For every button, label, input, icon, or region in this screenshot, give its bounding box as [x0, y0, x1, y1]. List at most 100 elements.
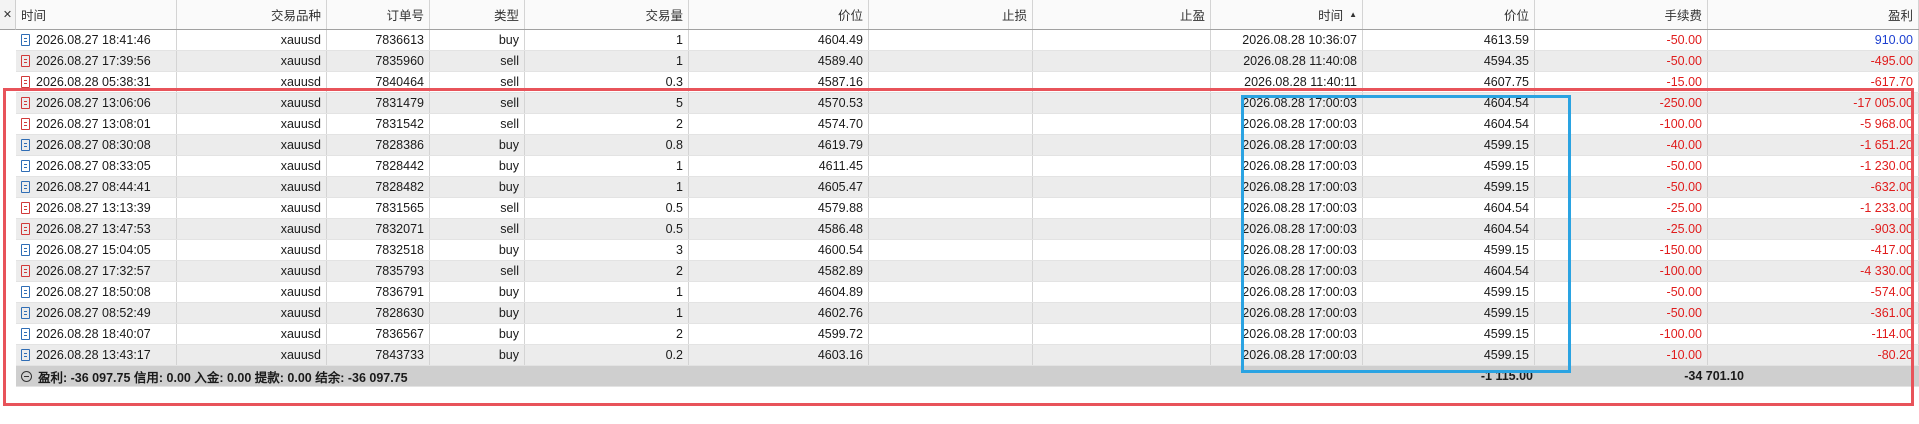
order-doc-blue-icon [21, 286, 30, 298]
table-row[interactable]: 2026.08.28 18:40:07 xauusd 7836567 buy 2 4599… [16, 324, 1919, 345]
cell-fee: -150.00 [1535, 240, 1708, 260]
cell-stop-loss [869, 261, 1033, 281]
cell-profit: 910.00 [1708, 30, 1919, 50]
table-row[interactable]: 2026.08.27 13:08:01 xauusd 7831542 sell 2 457… [16, 114, 1919, 135]
column-header-close-time[interactable]: 时间 ▲ [1211, 0, 1363, 29]
cell-close-price: 4599.15 [1363, 135, 1535, 155]
table-row[interactable]: 2026.08.27 18:50:08 xauusd 7836791 buy 1 4604… [16, 282, 1919, 303]
cell-open-price: 4570.53 [689, 93, 869, 113]
cell-profit: -903.00 [1708, 219, 1919, 239]
cell-stop-loss [869, 219, 1033, 239]
order-doc-red-icon [21, 97, 30, 109]
cell-profit: -5 968.00 [1708, 114, 1919, 134]
column-header-open-price[interactable]: 价位 [689, 0, 869, 29]
cell-close-time: 2026.08.28 17:00:03 [1211, 240, 1363, 260]
table-row[interactable]: 2026.08.28 13:43:17 xauusd 7843733 buy 0.2 46… [16, 345, 1919, 366]
cell-close-time: 2026.08.28 17:00:03 [1211, 135, 1363, 155]
cell-order-number: 7832518 [327, 240, 430, 260]
cell-type: sell [430, 51, 525, 71]
cell-close-time: 2026.08.28 17:00:03 [1211, 114, 1363, 134]
order-doc-blue-icon [21, 139, 30, 151]
cell-order-number: 7836791 [327, 282, 430, 302]
cell-type: buy [430, 30, 525, 50]
cell-fee: -100.00 [1535, 324, 1708, 344]
cell-volume: 0.5 [525, 198, 689, 218]
cell-volume: 2 [525, 324, 689, 344]
cell-take-profit [1033, 93, 1211, 113]
cell-symbol: xauusd [177, 198, 327, 218]
cell-take-profit [1033, 219, 1211, 239]
cell-symbol: xauusd [177, 219, 327, 239]
table-row[interactable]: 2026.08.27 08:33:05 xauusd 7828442 buy 1 4611… [16, 156, 1919, 177]
cell-order-number: 7836567 [327, 324, 430, 344]
cell-close-price: 4599.15 [1363, 156, 1535, 176]
cell-close-time: 2026.08.28 10:36:07 [1211, 30, 1363, 50]
table-row[interactable]: 2026.08.27 13:13:39 xauusd 7831565 sell 0.5 4… [16, 198, 1919, 219]
cell-fee: -10.00 [1535, 345, 1708, 365]
cell-open-price: 4604.49 [689, 30, 869, 50]
cell-close-price: 4604.54 [1363, 219, 1535, 239]
cell-type: buy [430, 345, 525, 365]
cell-close-time: 2026.08.28 17:00:03 [1211, 345, 1363, 365]
cell-order-number: 7835960 [327, 51, 430, 71]
cell-stop-loss [869, 72, 1033, 92]
cell-volume: 0.8 [525, 135, 689, 155]
table-row[interactable]: 2026.08.27 08:44:41 xauusd 7828482 buy 1 4605… [16, 177, 1919, 198]
table-row[interactable]: 2026.08.27 15:04:05 xauusd 7832518 buy 3 4600… [16, 240, 1919, 261]
cell-type: buy [430, 156, 525, 176]
open-time-text: 2026.08.27 13:47:53 [36, 222, 151, 236]
cell-type: sell [430, 114, 525, 134]
cell-profit: -4 330.00 [1708, 261, 1919, 281]
table-row[interactable]: 2026.08.27 08:52:49 xauusd 7828630 buy 1 4602… [16, 303, 1919, 324]
column-header-volume[interactable]: 交易量 [525, 0, 689, 29]
cell-stop-loss [869, 93, 1033, 113]
column-header-order[interactable]: 订单号 [327, 0, 430, 29]
table-row[interactable]: 2026.08.27 13:06:06 xauusd 7831479 sell 5 457… [16, 93, 1919, 114]
cell-fee: -250.00 [1535, 93, 1708, 113]
cell-volume: 0.3 [525, 72, 689, 92]
open-time-text: 2026.08.27 17:39:56 [36, 54, 151, 68]
order-doc-red-icon [21, 202, 30, 214]
column-header-fee[interactable]: 手续费 [1535, 0, 1708, 29]
cell-stop-loss [869, 30, 1033, 50]
cell-take-profit [1033, 261, 1211, 281]
open-time-text: 2026.08.27 17:32:57 [36, 264, 151, 278]
column-header-take-profit[interactable]: 止盈 [1033, 0, 1211, 29]
cell-order-number: 7831479 [327, 93, 430, 113]
cell-type: buy [430, 324, 525, 344]
order-doc-red-icon [21, 76, 30, 88]
cell-open-price: 4600.54 [689, 240, 869, 260]
table-row[interactable]: 2026.08.27 13:47:53 xauusd 7832071 sell 0.5 4… [16, 219, 1919, 240]
cell-open-price: 4587.16 [689, 72, 869, 92]
cell-type: buy [430, 303, 525, 323]
table-row[interactable]: 2026.08.27 17:39:56 xauusd 7835960 sell 1 458… [16, 51, 1919, 72]
column-header-close-time-label: 时间 [1318, 9, 1344, 23]
column-header-close-price[interactable]: 价位 [1363, 0, 1535, 29]
cell-symbol: xauusd [177, 324, 327, 344]
column-header-stop-loss[interactable]: 止损 [869, 0, 1033, 29]
cell-order-number: 7828386 [327, 135, 430, 155]
close-icon[interactable]: ✕ [0, 0, 16, 30]
table-row[interactable]: 2026.08.27 17:32:57 xauusd 7835793 sell 2 458… [16, 261, 1919, 282]
collapse-minus-icon[interactable] [21, 370, 32, 382]
open-time-text: 2026.08.27 08:33:05 [36, 159, 151, 173]
column-header-type[interactable]: 类型 [430, 0, 525, 29]
cell-volume: 3 [525, 240, 689, 260]
cell-order-number: 7832071 [327, 219, 430, 239]
cell-symbol: xauusd [177, 135, 327, 155]
order-doc-red-icon [21, 118, 30, 130]
table-header: 时间 交易品种 订单号 类型 交易量 价位 止损 止盈 时间 ▲ 价位 手续费 … [16, 0, 1919, 30]
cell-symbol: xauusd [177, 261, 327, 281]
cell-order-number: 7836613 [327, 30, 430, 50]
cell-order-number: 7831565 [327, 198, 430, 218]
cell-close-time: 2026.08.28 17:00:03 [1211, 261, 1363, 281]
cell-close-price: 4594.35 [1363, 51, 1535, 71]
open-time-text: 2026.08.27 18:50:08 [36, 285, 151, 299]
cell-order-number: 7840464 [327, 72, 430, 92]
table-row[interactable]: 2026.08.27 18:41:46 xauusd 7836613 buy 1 4604… [16, 30, 1919, 51]
column-header-profit[interactable]: 盈利 [1708, 0, 1919, 29]
table-row[interactable]: 2026.08.28 05:38:31 xauusd 7840464 sell 0.3 4… [16, 72, 1919, 93]
column-header-open-time[interactable]: 时间 [16, 0, 177, 29]
table-row[interactable]: 2026.08.27 08:30:08 xauusd 7828386 buy 0.8 46… [16, 135, 1919, 156]
column-header-symbol[interactable]: 交易品种 [177, 0, 327, 29]
